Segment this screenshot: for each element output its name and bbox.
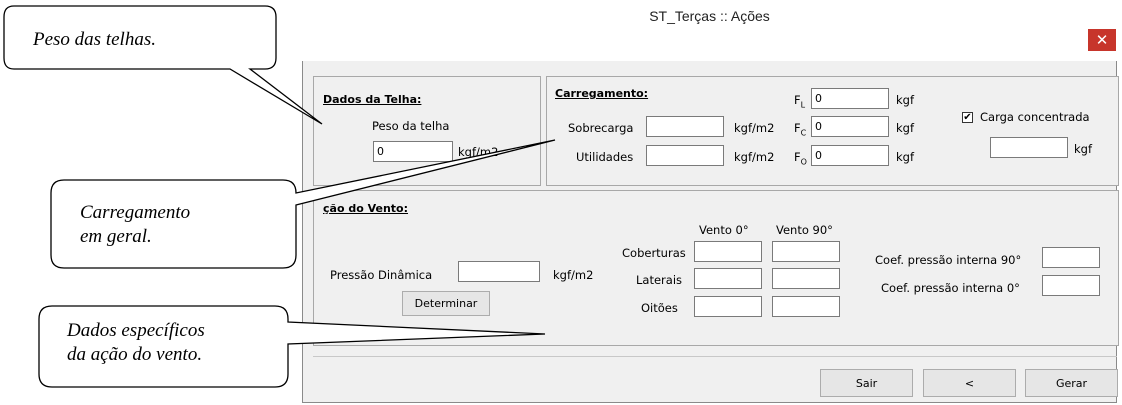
callout-3-text: Dados específicos da ação do vento. [67,319,205,367]
callout-2-line-2: em geral. [80,226,152,247]
callout-1-line-1: Peso das telhas. [33,29,156,50]
callout-2-text: Carregamento em geral. [80,201,190,249]
callout-3-line-1: Dados específicos [67,320,205,341]
callout-3-line-2: da ação do vento. [67,344,203,365]
callout-1-text: Peso das telhas. [33,28,156,52]
callout-1-bubble [3,5,323,125]
callout-2-line-1: Carregamento [80,202,191,223]
